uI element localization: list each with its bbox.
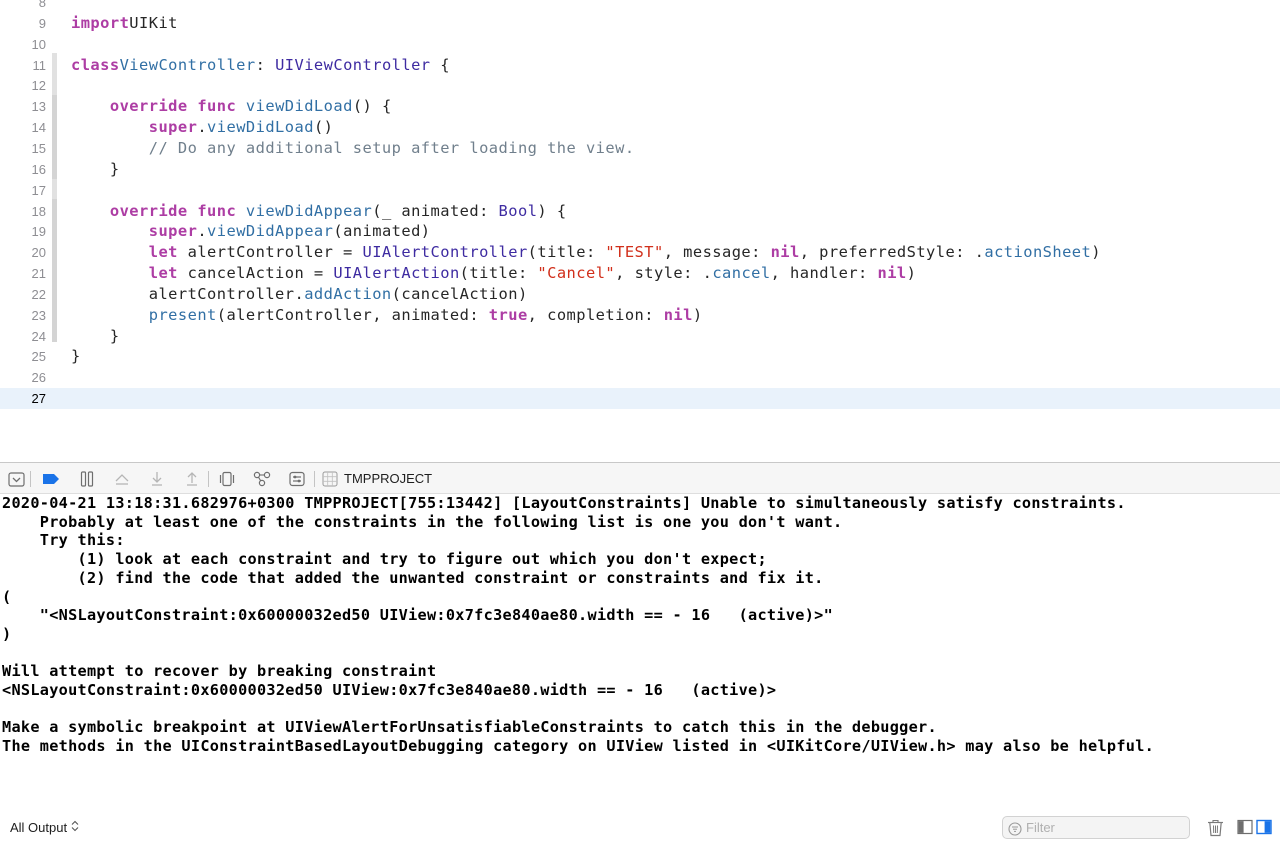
line-number: 26 — [31, 370, 46, 386]
code-text: } — [71, 347, 81, 366]
line-number: 18 — [31, 203, 46, 219]
line-number: 11 — [32, 57, 47, 73]
up-down-chevron-icon — [71, 820, 79, 835]
code-line[interactable]: 13 override func viewDidLoad() { — [0, 96, 1280, 117]
line-number: 20 — [31, 245, 46, 261]
code-line[interactable]: 15 // Do any additional setup after load… — [0, 138, 1280, 159]
code-text: override func viewDidAppear(_ animated: … — [109, 201, 567, 220]
code-line[interactable]: 11 classViewController: UIViewController … — [0, 55, 1280, 76]
line-number: 12 — [31, 78, 46, 94]
code-line[interactable]: 19 super.viewDidAppear(animated) — [0, 221, 1280, 242]
code-text: present(alertController, animated: true,… — [148, 305, 703, 324]
console-text: 2020-04-21 13:18:31.682976+0300 TMPPROJE… — [2, 494, 1155, 756]
code-line[interactable]: 14 super.viewDidLoad() — [0, 117, 1280, 138]
code-line[interactable]: 24 } — [0, 326, 1280, 347]
line-number: 17 — [31, 182, 46, 198]
code-line[interactable]: 16 } — [0, 159, 1280, 180]
pause-icon[interactable] — [78, 470, 96, 488]
code-text: alertController.addAction(cancelAction) — [71, 284, 528, 303]
line-number: 25 — [31, 349, 46, 365]
debug-toolbar: TMPPROJECT — [0, 462, 1280, 494]
console-output[interactable]: 2020-04-21 13:18:31.682976+0300 TMPPROJE… — [0, 494, 1280, 812]
code-text: importUIKit — [71, 13, 178, 32]
line-number: 10 — [31, 36, 46, 52]
line-number: 21 — [31, 266, 46, 282]
view-debugger-icon[interactable] — [218, 470, 236, 488]
code-line[interactable]: 10 — [0, 34, 1280, 55]
breakpoints-toggle-icon[interactable] — [42, 470, 60, 488]
code-line[interactable]: 21 let cancelAction = UIAlertAction(titl… — [0, 263, 1280, 284]
code-line[interactable]: 22 alertController.addAction(cancelActio… — [0, 284, 1280, 305]
code-line[interactable]: 9 importUIKit — [0, 13, 1280, 34]
line-number: 16 — [31, 161, 46, 177]
code-line[interactable]: 20 let alertController = UIAlertControll… — [0, 242, 1280, 263]
line-number: 14 — [31, 120, 46, 136]
step-out-icon[interactable] — [183, 470, 201, 488]
source-editor[interactable]: 8 9 importUIKit 10 11 classViewController: UI… — [0, 0, 1280, 462]
code-line[interactable]: 23 present(alertController, animated: tr… — [0, 305, 1280, 326]
code-text: } — [71, 159, 120, 178]
process-label[interactable]: TMPPROJECT — [344, 471, 432, 486]
output-selector[interactable]: All Output — [10, 820, 79, 835]
toolbar-separator — [314, 471, 315, 487]
filter-icon — [1008, 821, 1022, 840]
code-text: classViewController: UIViewController { — [71, 55, 450, 74]
step-into-icon[interactable] — [148, 470, 166, 488]
line-number: 13 — [31, 99, 46, 115]
toolbar-separator — [208, 471, 209, 487]
code-line[interactable]: 12 — [0, 75, 1280, 96]
filter-field[interactable] — [1002, 816, 1190, 839]
code-text: // Do any additional setup after loading… — [148, 138, 635, 157]
code-line[interactable]: 8 — [0, 0, 1280, 13]
line-number: 8 — [38, 0, 46, 10]
code-line[interactable]: 18 override func viewDidAppear(_ animate… — [0, 201, 1280, 222]
hide-debug-area-icon[interactable] — [7, 470, 25, 488]
step-over-icon[interactable] — [113, 470, 131, 488]
code-text: super.viewDidLoad() — [148, 118, 334, 137]
line-number: 24 — [31, 328, 46, 344]
code-text: } — [71, 326, 120, 345]
code-line[interactable]: 17 — [0, 180, 1280, 201]
trash-icon[interactable] — [1207, 819, 1224, 841]
line-number: 9 — [38, 15, 46, 31]
environment-overrides-icon[interactable] — [288, 470, 306, 488]
line-number: 22 — [31, 286, 46, 302]
line-number: 19 — [31, 224, 46, 240]
show-console-view-icon[interactable] — [1256, 819, 1272, 839]
code-text: override func viewDidLoad() { — [109, 97, 392, 116]
console-bottom-bar: All Output — [0, 812, 1280, 844]
filter-input[interactable] — [1026, 819, 1184, 836]
code-text: super.viewDidAppear(animated) — [148, 222, 431, 241]
code-text: let cancelAction = UIAlertAction(title: … — [148, 264, 917, 283]
output-selector-label: All Output — [10, 820, 68, 835]
line-number: 27 — [31, 391, 46, 407]
show-variables-view-icon[interactable] — [1237, 819, 1253, 839]
code-text: let alertController = UIAlertController(… — [148, 243, 1101, 262]
toolbar-separator — [30, 471, 31, 487]
code-line[interactable]: 27 — [0, 388, 1280, 410]
memory-graph-icon[interactable] — [253, 470, 271, 488]
project-target-icon — [321, 470, 339, 488]
code-line[interactable]: 25} — [0, 346, 1280, 367]
line-number: 15 — [31, 140, 46, 156]
line-number: 23 — [31, 307, 46, 323]
code-line[interactable]: 26 — [0, 367, 1280, 388]
